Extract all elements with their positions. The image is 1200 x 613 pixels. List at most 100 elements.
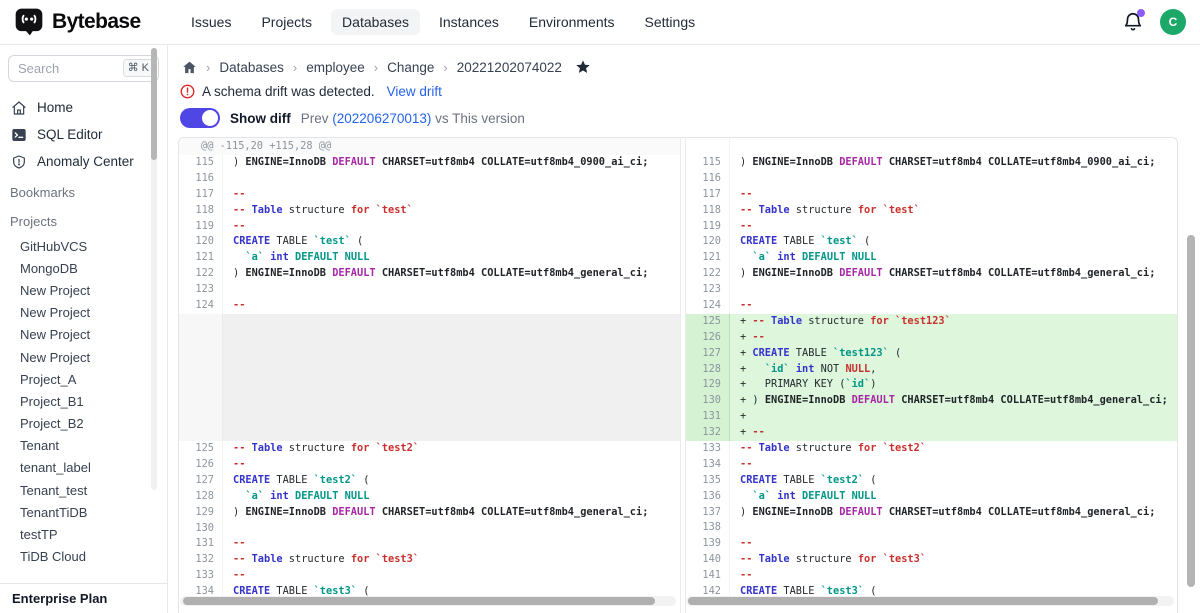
breadcrumb: ›Databases›employee›Change›2022120207402… (182, 59, 591, 75)
sidebar-item-anomaly-center[interactable]: Anomaly Center (0, 148, 167, 175)
alert-circle-icon (180, 84, 195, 99)
sidebar-item-label: Home (37, 100, 73, 115)
diff-context-line: 120CREATE TABLE `test` ( (686, 234, 1177, 250)
line-number: 123 (179, 282, 223, 298)
diff-context-line: 117-- (686, 187, 1177, 203)
line-number: 131 (686, 409, 730, 425)
diff-context-line: 119-- (179, 219, 680, 235)
search-shortcut-badge: ⌘ K (123, 59, 154, 77)
view-drift-link[interactable]: View drift (387, 84, 442, 99)
bookmarks-section-label: Bookmarks (0, 180, 167, 204)
sidebar-project-item[interactable]: TiDB Cloud (0, 546, 167, 568)
code-line (223, 282, 680, 298)
diff-context-line: 133-- (179, 568, 680, 584)
line-number: 133 (179, 568, 223, 584)
sidebar-project-item[interactable]: Tenant (0, 435, 167, 457)
sidebar-project-item[interactable]: TenantTiDB (0, 501, 167, 523)
brand[interactable]: Bytebase (14, 7, 166, 37)
sidebar-item-home[interactable]: Home (0, 94, 167, 121)
plan-badge[interactable]: Enterprise Plan (0, 583, 167, 613)
sidebar-project-item[interactable]: Project_B1 (0, 390, 167, 412)
sidebar-scrollbar-thumb[interactable] (151, 48, 157, 160)
diff-context-line: 116 (179, 171, 680, 187)
code-line: ) ENGINE=InnoDB DEFAULT CHARSET=utf8mb4 … (730, 155, 1177, 171)
sidebar-item-sql-editor[interactable]: SQL Editor (0, 121, 167, 148)
line-number: 119 (686, 219, 730, 235)
code-line (223, 171, 680, 187)
prev-version-link[interactable]: (202206270013) (332, 111, 431, 126)
line-number: 135 (686, 473, 730, 489)
nav-item-environments[interactable]: Environments (518, 9, 626, 35)
nav-item-databases[interactable]: Databases (331, 9, 420, 35)
breadcrumb-item[interactable]: employee (306, 60, 365, 75)
diff-context-line: 118-- Table structure for `test` (179, 203, 680, 219)
sidebar-project-item[interactable]: New Project (0, 324, 167, 346)
code-line: `a` int DEFAULT NULL (730, 489, 1177, 505)
code-line: -- (730, 219, 1177, 235)
nav-item-issues[interactable]: Issues (180, 9, 242, 35)
schema-diff-view: @@ -115,20 +115,28 @@115) ENGINE=InnoDB … (178, 137, 1178, 613)
sidebar-project-item[interactable]: tenant_label (0, 457, 167, 479)
sidebar-project-item[interactable]: New Project (0, 346, 167, 368)
sidebar-project-item[interactable]: GitHubVCS (0, 235, 167, 257)
right-pane-hscrollbar-thumb[interactable] (688, 597, 1158, 605)
code-line: ) ENGINE=InnoDB DEFAULT CHARSET=utf8mb4 … (730, 266, 1177, 282)
star-icon[interactable] (575, 59, 591, 75)
code-line: -- (223, 568, 680, 584)
nav-item-settings[interactable]: Settings (634, 9, 707, 35)
nav-item-projects[interactable]: Projects (250, 9, 323, 35)
code-line: -- (223, 298, 680, 314)
sidebar-project-item[interactable]: testTP (0, 523, 167, 545)
code-line: ) ENGINE=InnoDB DEFAULT CHARSET=utf8mb4 … (730, 505, 1177, 521)
line-number: 128 (179, 489, 223, 505)
diff-context-line: 123 (179, 282, 680, 298)
sidebar-project-item[interactable]: Tenant_test (0, 479, 167, 501)
breadcrumb-separator: › (374, 60, 378, 75)
bytebase-logo-icon (14, 7, 44, 37)
sidebar-project-item[interactable]: Project_A (0, 368, 167, 390)
line-number: 137 (686, 505, 730, 521)
breadcrumb-items: ›Databases›employee›Change›2022120207402… (206, 60, 562, 75)
diff-added-line: 127+ CREATE TABLE `test123` ( (686, 346, 1177, 362)
user-avatar[interactable]: C (1160, 9, 1186, 35)
line-number: 123 (686, 282, 730, 298)
show-diff-toggle[interactable] (180, 108, 220, 128)
code-line: -- (223, 187, 680, 203)
breadcrumb-item[interactable]: Databases (219, 60, 284, 75)
line-number: 140 (686, 552, 730, 568)
sidebar-project-item[interactable]: New Project (0, 279, 167, 301)
code-line: + -- (730, 425, 1177, 441)
line-number: 125 (179, 441, 223, 457)
diff-blank-row (686, 138, 1177, 155)
sidebar-project-item[interactable]: MongoDB (0, 257, 167, 279)
nav-item-instances[interactable]: Instances (428, 9, 510, 35)
left-pane-hscrollbar-thumb[interactable] (183, 597, 655, 605)
home-icon[interactable] (182, 60, 197, 75)
breadcrumb-item[interactable]: Change (387, 60, 434, 75)
line-number: 138 (686, 520, 730, 536)
code-line: + ) ENGINE=InnoDB DEFAULT CHARSET=utf8mb… (730, 393, 1177, 409)
page-scrollbar-thumb[interactable] (1187, 235, 1195, 587)
diff-context-line: 140-- Table structure for `test3` (686, 552, 1177, 568)
line-number: 126 (179, 457, 223, 473)
line-number: 130 (179, 521, 223, 537)
diff-added-line: 132+ -- (686, 425, 1177, 441)
diff-context-line: 134-- (686, 457, 1177, 473)
code-line: + PRIMARY KEY (`id`) (730, 377, 1177, 393)
diff-context-line: 141-- (686, 568, 1177, 584)
line-number: 120 (686, 234, 730, 250)
sidebar-project-item[interactable]: Project_B2 (0, 413, 167, 435)
brand-name[interactable]: Bytebase (52, 10, 141, 34)
diff-context-line: 123 (686, 282, 1177, 298)
line-number: 115 (686, 155, 730, 171)
sidebar-item-label: Anomaly Center (37, 154, 134, 169)
notification-bell-icon[interactable] (1122, 11, 1144, 33)
line-number: 116 (179, 171, 223, 187)
diff-context-line: 116 (686, 171, 1177, 187)
code-line: -- (730, 298, 1177, 314)
sidebar-project-item[interactable]: New Project (0, 302, 167, 324)
diff-context-line: 127CREATE TABLE `test2` ( (179, 473, 680, 489)
code-line: -- (730, 536, 1177, 552)
breadcrumb-item[interactable]: 20221202074022 (457, 60, 562, 75)
diff-context-line: 115) ENGINE=InnoDB DEFAULT CHARSET=utf8m… (686, 155, 1177, 171)
